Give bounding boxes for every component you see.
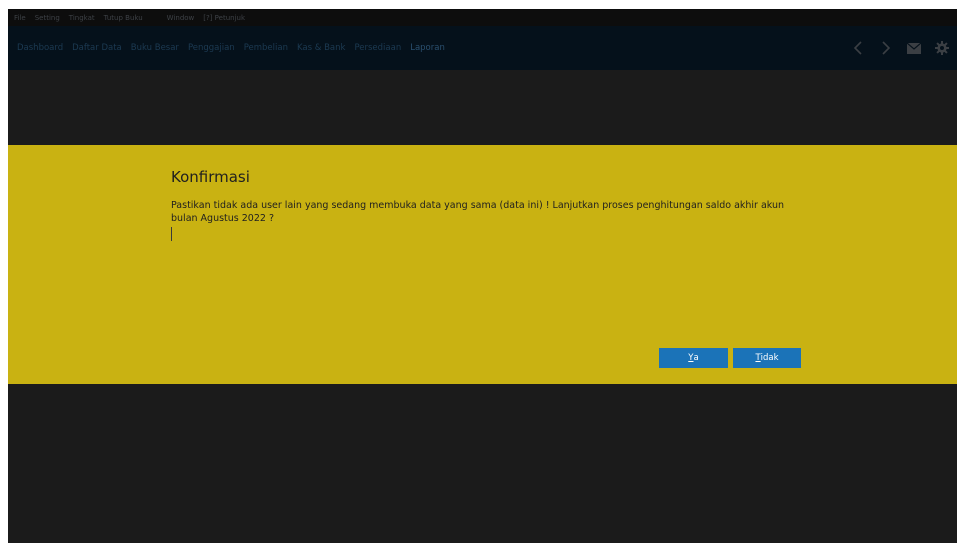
- mail-icon[interactable]: [905, 39, 923, 57]
- nav-penggajian[interactable]: Penggajian: [188, 43, 235, 53]
- menu-petunjuk[interactable]: [?] Petunjuk: [203, 14, 245, 22]
- nav-daftar-data[interactable]: Daftar Data: [72, 43, 122, 53]
- nav-persediaan[interactable]: Persediaan: [354, 43, 401, 53]
- menu-bar: File Setting Tingkat Tutup Buku Window […: [8, 9, 957, 26]
- dialog-title: Konfirmasi: [171, 168, 250, 186]
- nav-laporan[interactable]: Laporan: [410, 43, 445, 53]
- nav-bar: Dashboard Daftar Data Buku Besar Penggaj…: [8, 26, 957, 70]
- nav-dashboard[interactable]: Dashboard: [17, 43, 63, 53]
- chevron-right-icon[interactable]: [877, 39, 895, 57]
- text-caret: [171, 227, 172, 241]
- menu-setting[interactable]: Setting: [35, 14, 60, 22]
- chevron-left-icon[interactable]: [849, 39, 867, 57]
- yes-button[interactable]: Ya: [659, 348, 728, 368]
- confirmation-dialog: Konfirmasi Pastikan tidak ada user lain …: [8, 145, 957, 384]
- no-label-rest: idak: [760, 353, 779, 363]
- app-window: File Setting Tingkat Tutup Buku Window […: [8, 9, 957, 543]
- menu-window[interactable]: Window: [167, 14, 195, 22]
- yes-label-rest: a: [693, 353, 699, 363]
- nav-items: Dashboard Daftar Data Buku Besar Penggaj…: [17, 40, 454, 56]
- nav-kas-bank[interactable]: Kas & Bank: [297, 43, 345, 53]
- menu-file[interactable]: File: [14, 14, 26, 22]
- nav-icons: [839, 38, 951, 58]
- nav-buku-besar[interactable]: Buku Besar: [131, 43, 179, 53]
- nav-pembelian[interactable]: Pembelian: [244, 43, 288, 53]
- menu-tingkat[interactable]: Tingkat: [69, 14, 95, 22]
- gear-icon[interactable]: [933, 39, 951, 57]
- dialog-message: Pastikan tidak ada user lain yang sedang…: [171, 200, 785, 224]
- menu-tutup-buku[interactable]: Tutup Buku: [104, 14, 143, 22]
- no-button[interactable]: Tidak: [733, 348, 801, 368]
